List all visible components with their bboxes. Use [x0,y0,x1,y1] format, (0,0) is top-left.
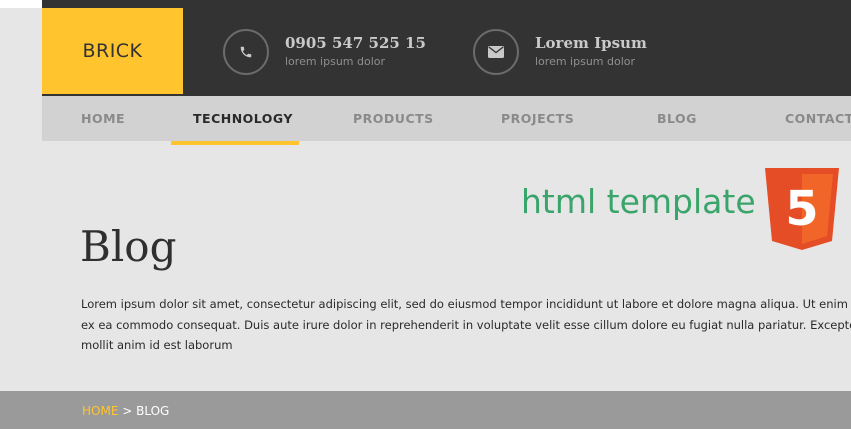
intro-line: Lorem ipsum dolor sit amet, consectetur … [81,297,848,311]
email-contact: Lorem Ipsum lorem ipsum dolor [473,28,647,76]
breadcrumb-separator: > [118,404,137,418]
html5-icon: 5 [765,168,839,254]
phone-number: 0905 547 525 15 [285,34,426,52]
email-subtext: lorem ipsum dolor [535,55,636,68]
breadcrumb-home-link[interactable]: HOME [82,404,118,418]
nav-technology[interactable]: TECHNOLOGY [193,96,293,141]
page-corner [0,0,42,8]
logo-text: BRICK [82,40,143,62]
watermark-text: html template [521,182,756,221]
nav-projects[interactable]: PROJECTS [501,96,574,141]
page-title: Blog [80,222,177,271]
nav-home[interactable]: HOME [81,96,125,141]
phone-subtext: lorem ipsum dolor [285,55,386,68]
breadcrumb-current: BLOG [136,404,170,418]
envelope-icon [473,29,519,75]
intro-line: mollit anim id est laborum [81,338,233,352]
intro-text: Lorem ipsum dolor sit amet, consectetur … [81,294,851,356]
logo[interactable]: BRICK [42,8,183,94]
main-nav: HOME TECHNOLOGY PRODUCTS PROJECTS BLOG C… [42,96,851,141]
phone-contact: 0905 547 525 15 lorem ipsum dolor [223,28,426,76]
breadcrumb: HOME > BLOG [82,404,169,418]
phone-icon [223,29,269,75]
active-nav-indicator [171,141,299,145]
nav-products[interactable]: PRODUCTS [353,96,434,141]
nav-blog[interactable]: BLOG [657,96,697,141]
nav-contacts[interactable]: CONTACTS [785,96,851,141]
intro-line: ex ea commodo consequat. Duis aute irure… [81,317,851,332]
email-title: Lorem Ipsum [535,34,647,52]
html5-badge-text: 5 [785,181,818,237]
